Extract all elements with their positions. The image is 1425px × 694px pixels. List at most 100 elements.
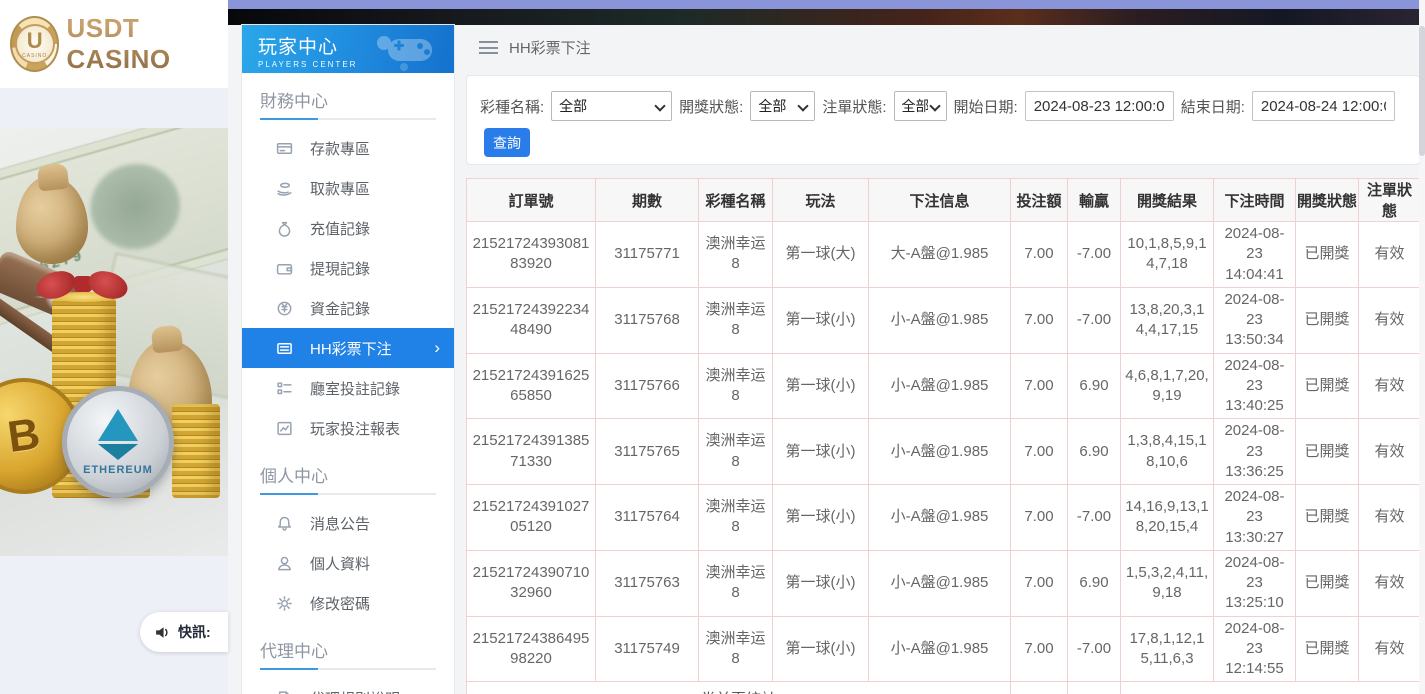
sidebar-item-funds-record[interactable]: 資金記錄 bbox=[242, 288, 454, 328]
emblem-subtext: CASINO bbox=[22, 53, 47, 59]
table-cell: 2024-08-23 13:30:27 bbox=[1214, 485, 1296, 551]
order-status-select[interactable]: 全部 bbox=[894, 91, 947, 121]
table-cell: 有效 bbox=[1359, 222, 1421, 288]
sidebar-item-deposit[interactable]: 存款專區 bbox=[242, 128, 454, 168]
table-cell: 6.90 bbox=[1068, 550, 1121, 616]
withdrawal-record-icon bbox=[276, 260, 293, 277]
table-row: 215217243930818392031175771澳洲幸运8第一球(大)大-… bbox=[467, 222, 1421, 288]
table-cell: 2152172439308183920 bbox=[467, 222, 596, 288]
table-row: 215217243922344849031175768澳洲幸运8第一球(小)小-… bbox=[467, 287, 1421, 353]
table-cell: 7.00 bbox=[1011, 353, 1068, 419]
table-cell: 第一球(小) bbox=[773, 287, 869, 353]
chevron-right-icon: › bbox=[434, 338, 440, 358]
sidebar-item-label: 提現記錄 bbox=[310, 258, 370, 279]
table-row: 215217243916256585031175766澳洲幸运8第一球(小)小-… bbox=[467, 353, 1421, 419]
table-cell: 已開獎 bbox=[1296, 550, 1359, 616]
agent-rules-icon bbox=[276, 690, 293, 694]
table-cell: 大-A盤@1.985 bbox=[869, 222, 1011, 288]
table-cell: 澳洲幸运8 bbox=[699, 419, 773, 485]
report-icon bbox=[276, 420, 293, 437]
table-header-cell: 彩種名稱 bbox=[699, 179, 773, 222]
table-cell: 第一球(小) bbox=[773, 485, 869, 551]
table-header-row: 訂單號期數彩種名稱玩法下注信息投注額輸贏開獎結果下注時間開獎狀態注單狀態 bbox=[467, 179, 1421, 222]
sidebar-item-profile[interactable]: 個人資料 bbox=[242, 543, 454, 583]
sidebar-item-label: 代理規則說明 bbox=[310, 688, 400, 694]
table-cell: 有效 bbox=[1359, 287, 1421, 353]
recharge-record-icon bbox=[276, 220, 293, 237]
draw-status-select[interactable]: 全部 bbox=[750, 91, 815, 121]
table-header-cell: 注單狀態 bbox=[1359, 179, 1421, 222]
table-cell: 2152172439071032960 bbox=[467, 550, 596, 616]
deposit-icon bbox=[276, 140, 293, 157]
ethereum-coin-image: ETHEREUM bbox=[62, 386, 174, 498]
table-cell: 2152172439138571330 bbox=[467, 419, 596, 485]
withdraw-icon bbox=[276, 180, 293, 197]
table-cell: 7.00 bbox=[1011, 222, 1068, 288]
profile-icon bbox=[276, 555, 293, 572]
table-header-cell: 開獎結果 bbox=[1121, 179, 1214, 222]
table-cell: 已開獎 bbox=[1296, 222, 1359, 288]
brand-wordmark: USDT CASINO bbox=[66, 13, 228, 75]
ethereum-label: ETHEREUM bbox=[83, 464, 153, 476]
table-header-cell: 訂單號 bbox=[467, 179, 596, 222]
promo-photo: KB46279 B ETHEREUM bbox=[0, 128, 228, 556]
table-cell: -7.00 bbox=[1068, 287, 1121, 353]
sidebar-menu: 財務中心存款專區取款專區充值記錄提現記錄資金記錄HH彩票下注›廳室投註記錄玩家投… bbox=[242, 73, 454, 694]
sidebar-section-label: 財務中心 bbox=[242, 73, 454, 118]
sidebar-item-report[interactable]: 玩家投注報表 bbox=[242, 408, 454, 448]
order-status-label: 注單狀態: bbox=[822, 96, 886, 117]
sidebar-item-withdrawal-record[interactable]: 提現記錄 bbox=[242, 248, 454, 288]
news-ticker-button[interactable]: 快訊: bbox=[140, 612, 228, 652]
password-icon bbox=[276, 595, 293, 612]
money-bag2-tie bbox=[151, 325, 184, 354]
sidebar-item-label: 消息公告 bbox=[310, 513, 370, 534]
table-cell: 10,1,8,5,9,14,7,18 bbox=[1121, 222, 1214, 288]
filter-panel: 彩種名稱: 全部 開獎狀態: 全部 注單狀態: 全部 開始日期: 結束日期: bbox=[466, 75, 1420, 165]
speaker-icon bbox=[154, 624, 171, 641]
sidebar-item-agent-rules[interactable]: 代理規則說明 bbox=[242, 678, 454, 694]
draw-status-label: 開獎狀態: bbox=[679, 96, 743, 117]
lottery-name-label: 彩種名稱: bbox=[480, 96, 544, 117]
room-bets-icon bbox=[276, 380, 293, 397]
table-cell: 已開獎 bbox=[1296, 616, 1359, 682]
red-bow-image bbox=[36, 268, 128, 302]
news-ticker-label: 快訊: bbox=[178, 622, 211, 642]
sidebar-item-lottery-bets[interactable]: HH彩票下注› bbox=[242, 328, 454, 368]
table-cell: 7.00 bbox=[1011, 485, 1068, 551]
start-date-input[interactable] bbox=[1025, 91, 1174, 121]
sidebar-item-recharge-record[interactable]: 充值記錄 bbox=[242, 208, 454, 248]
table-header-cell: 輸贏 bbox=[1068, 179, 1121, 222]
table-cell: 14,16,9,13,18,20,15,4 bbox=[1121, 485, 1214, 551]
table-cell: 有效 bbox=[1359, 616, 1421, 682]
section-divider bbox=[260, 493, 436, 495]
table-row: 215217243910270512031175764澳洲幸运8第一球(小)小-… bbox=[467, 485, 1421, 551]
sidebar-item-withdraw[interactable]: 取款專區 bbox=[242, 168, 454, 208]
search-button[interactable]: 查詢 bbox=[484, 128, 530, 157]
sidebar-item-password[interactable]: 修改密碼 bbox=[242, 583, 454, 623]
hamburger-menu-icon[interactable] bbox=[479, 41, 498, 54]
table-cell: 第一球(小) bbox=[773, 353, 869, 419]
table-cell: 6.90 bbox=[1068, 419, 1121, 485]
end-date-input[interactable] bbox=[1252, 91, 1395, 121]
sidebar-item-label: 個人資料 bbox=[310, 553, 370, 574]
sidebar-item-bell[interactable]: 消息公告 bbox=[242, 503, 454, 543]
brand-emblem-icon: U CASINO bbox=[10, 16, 59, 72]
scrollbar-track[interactable] bbox=[1419, 0, 1425, 694]
logo[interactable]: U CASINO USDT CASINO bbox=[0, 0, 228, 88]
sidebar-section-label: 代理中心 bbox=[242, 623, 454, 668]
scrollbar-thumb[interactable] bbox=[1419, 26, 1425, 156]
table-cell: 1,5,3,2,4,11,9,18 bbox=[1121, 550, 1214, 616]
coin-stack3-image bbox=[172, 404, 220, 498]
table-cell: 第一球(小) bbox=[773, 550, 869, 616]
table-cell: 31175764 bbox=[596, 485, 699, 551]
table-cell: 小-A盤@1.985 bbox=[869, 485, 1011, 551]
summary-empty-cell bbox=[1121, 682, 1421, 694]
lottery-name-select[interactable]: 全部 bbox=[551, 91, 672, 121]
table-cell: 7.00 bbox=[1011, 550, 1068, 616]
sidebar-item-room-bets[interactable]: 廳室投註記錄 bbox=[242, 368, 454, 408]
table-cell: 有效 bbox=[1359, 419, 1421, 485]
table-cell: 已開獎 bbox=[1296, 485, 1359, 551]
table-cell: 2152172438649598220 bbox=[467, 616, 596, 682]
table-header-cell: 下注時間 bbox=[1214, 179, 1296, 222]
table-cell: 澳洲幸运8 bbox=[699, 616, 773, 682]
